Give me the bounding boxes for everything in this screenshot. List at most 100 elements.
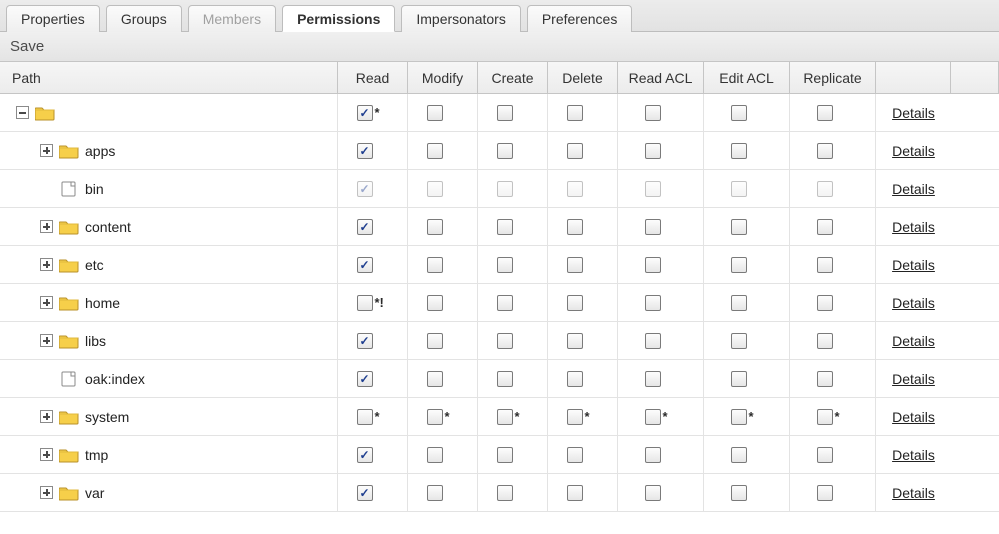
- expand-icon[interactable]: [40, 296, 53, 309]
- tab-properties[interactable]: Properties: [6, 5, 100, 32]
- checkbox-modify[interactable]: [427, 333, 443, 349]
- details-link[interactable]: Details: [892, 295, 935, 311]
- checkbox-replicate[interactable]: [817, 447, 833, 463]
- checkbox-read_acl[interactable]: [645, 257, 661, 273]
- checkbox-read[interactable]: [357, 105, 373, 121]
- details-link[interactable]: Details: [892, 105, 935, 121]
- checkbox-create[interactable]: [497, 257, 513, 273]
- checkbox-read[interactable]: [357, 295, 373, 311]
- checkbox-create[interactable]: [497, 105, 513, 121]
- checkbox-modify[interactable]: [427, 219, 443, 235]
- checkbox-delete[interactable]: [567, 257, 583, 273]
- checkbox-replicate[interactable]: [817, 295, 833, 311]
- tab-groups[interactable]: Groups: [106, 5, 182, 32]
- save-button[interactable]: Save: [10, 38, 44, 55]
- checkbox-read[interactable]: [357, 219, 373, 235]
- checkbox-read_acl[interactable]: [645, 409, 661, 425]
- details-link[interactable]: Details: [892, 485, 935, 501]
- checkbox-modify[interactable]: [427, 485, 443, 501]
- checkbox-read_acl[interactable]: [645, 295, 661, 311]
- checkbox-replicate[interactable]: [817, 105, 833, 121]
- checkbox-delete[interactable]: [567, 409, 583, 425]
- path-cell: apps: [0, 132, 338, 169]
- checkbox-modify[interactable]: [427, 447, 443, 463]
- checkbox-read_acl[interactable]: [645, 485, 661, 501]
- checkbox-modify[interactable]: [427, 143, 443, 159]
- checkbox-delete[interactable]: [567, 485, 583, 501]
- checkbox-read_acl[interactable]: [645, 447, 661, 463]
- checkbox-edit_acl[interactable]: [731, 371, 747, 387]
- checkbox-modify[interactable]: [427, 295, 443, 311]
- checkbox-read_acl[interactable]: [645, 371, 661, 387]
- checkbox-read[interactable]: [357, 371, 373, 387]
- checkbox-modify[interactable]: [427, 371, 443, 387]
- checkbox-read[interactable]: [357, 485, 373, 501]
- checkbox-read[interactable]: [357, 409, 373, 425]
- checkbox-edit_acl[interactable]: [731, 219, 747, 235]
- collapse-icon[interactable]: [16, 106, 29, 119]
- expand-icon[interactable]: [40, 258, 53, 271]
- checkbox-replicate[interactable]: [817, 409, 833, 425]
- tab-preferences[interactable]: Preferences: [527, 5, 632, 32]
- checkbox-read[interactable]: [357, 333, 373, 349]
- checkbox-read_acl[interactable]: [645, 143, 661, 159]
- checkbox-replicate[interactable]: [817, 143, 833, 159]
- checkbox-create[interactable]: [497, 333, 513, 349]
- checkbox-read[interactable]: [357, 257, 373, 273]
- perm-create: [478, 170, 548, 207]
- checkbox-edit_acl[interactable]: [731, 447, 747, 463]
- checkbox-create[interactable]: [497, 371, 513, 387]
- details-link[interactable]: Details: [892, 447, 935, 463]
- checkbox-read[interactable]: [357, 447, 373, 463]
- checkbox-delete[interactable]: [567, 295, 583, 311]
- details-link[interactable]: Details: [892, 333, 935, 349]
- details-link[interactable]: Details: [892, 257, 935, 273]
- checkbox-edit_acl[interactable]: [731, 485, 747, 501]
- checkbox-edit_acl[interactable]: [731, 409, 747, 425]
- details-link[interactable]: Details: [892, 371, 935, 387]
- checkbox-delete[interactable]: [567, 219, 583, 235]
- checkbox-delete[interactable]: [567, 105, 583, 121]
- checkbox-edit_acl[interactable]: [731, 143, 747, 159]
- checkbox-replicate[interactable]: [817, 219, 833, 235]
- checkbox-modify[interactable]: [427, 409, 443, 425]
- checkbox-modify[interactable]: [427, 257, 443, 273]
- checkbox-create[interactable]: [497, 143, 513, 159]
- checkbox-read_acl[interactable]: [645, 105, 661, 121]
- checkbox-replicate[interactable]: [817, 371, 833, 387]
- details-link[interactable]: Details: [892, 409, 935, 425]
- checkbox-create[interactable]: [497, 485, 513, 501]
- checkbox-delete[interactable]: [567, 143, 583, 159]
- expand-icon[interactable]: [40, 486, 53, 499]
- checkbox-create[interactable]: [497, 295, 513, 311]
- checkbox-edit_acl[interactable]: [731, 257, 747, 273]
- perm-edit_acl: [704, 94, 790, 131]
- checkbox-delete[interactable]: [567, 447, 583, 463]
- expand-icon[interactable]: [40, 448, 53, 461]
- checkbox-edit_acl[interactable]: [731, 105, 747, 121]
- checkbox-read_acl[interactable]: [645, 333, 661, 349]
- checkbox-replicate[interactable]: [817, 485, 833, 501]
- details-link[interactable]: Details: [892, 143, 935, 159]
- checkbox-create[interactable]: [497, 409, 513, 425]
- checkbox-delete[interactable]: [567, 333, 583, 349]
- checkbox-delete[interactable]: [567, 371, 583, 387]
- checkbox-create[interactable]: [497, 447, 513, 463]
- checkbox-replicate[interactable]: [817, 333, 833, 349]
- tab-permissions[interactable]: Permissions: [282, 5, 395, 32]
- expand-icon[interactable]: [40, 144, 53, 157]
- expand-icon[interactable]: [40, 334, 53, 347]
- expand-icon[interactable]: [40, 220, 53, 233]
- checkbox-read[interactable]: [357, 143, 373, 159]
- expand-icon[interactable]: [40, 410, 53, 423]
- details-link[interactable]: Details: [892, 219, 935, 235]
- details-link[interactable]: Details: [892, 181, 935, 197]
- checkbox-edit_acl[interactable]: [731, 333, 747, 349]
- tab-impersonators[interactable]: Impersonators: [401, 5, 520, 32]
- checkbox-create[interactable]: [497, 219, 513, 235]
- checkbox-edit_acl[interactable]: [731, 295, 747, 311]
- checkbox-read_acl[interactable]: [645, 219, 661, 235]
- table-row: oak:indexDetails: [0, 360, 999, 398]
- checkbox-replicate[interactable]: [817, 257, 833, 273]
- checkbox-modify[interactable]: [427, 105, 443, 121]
